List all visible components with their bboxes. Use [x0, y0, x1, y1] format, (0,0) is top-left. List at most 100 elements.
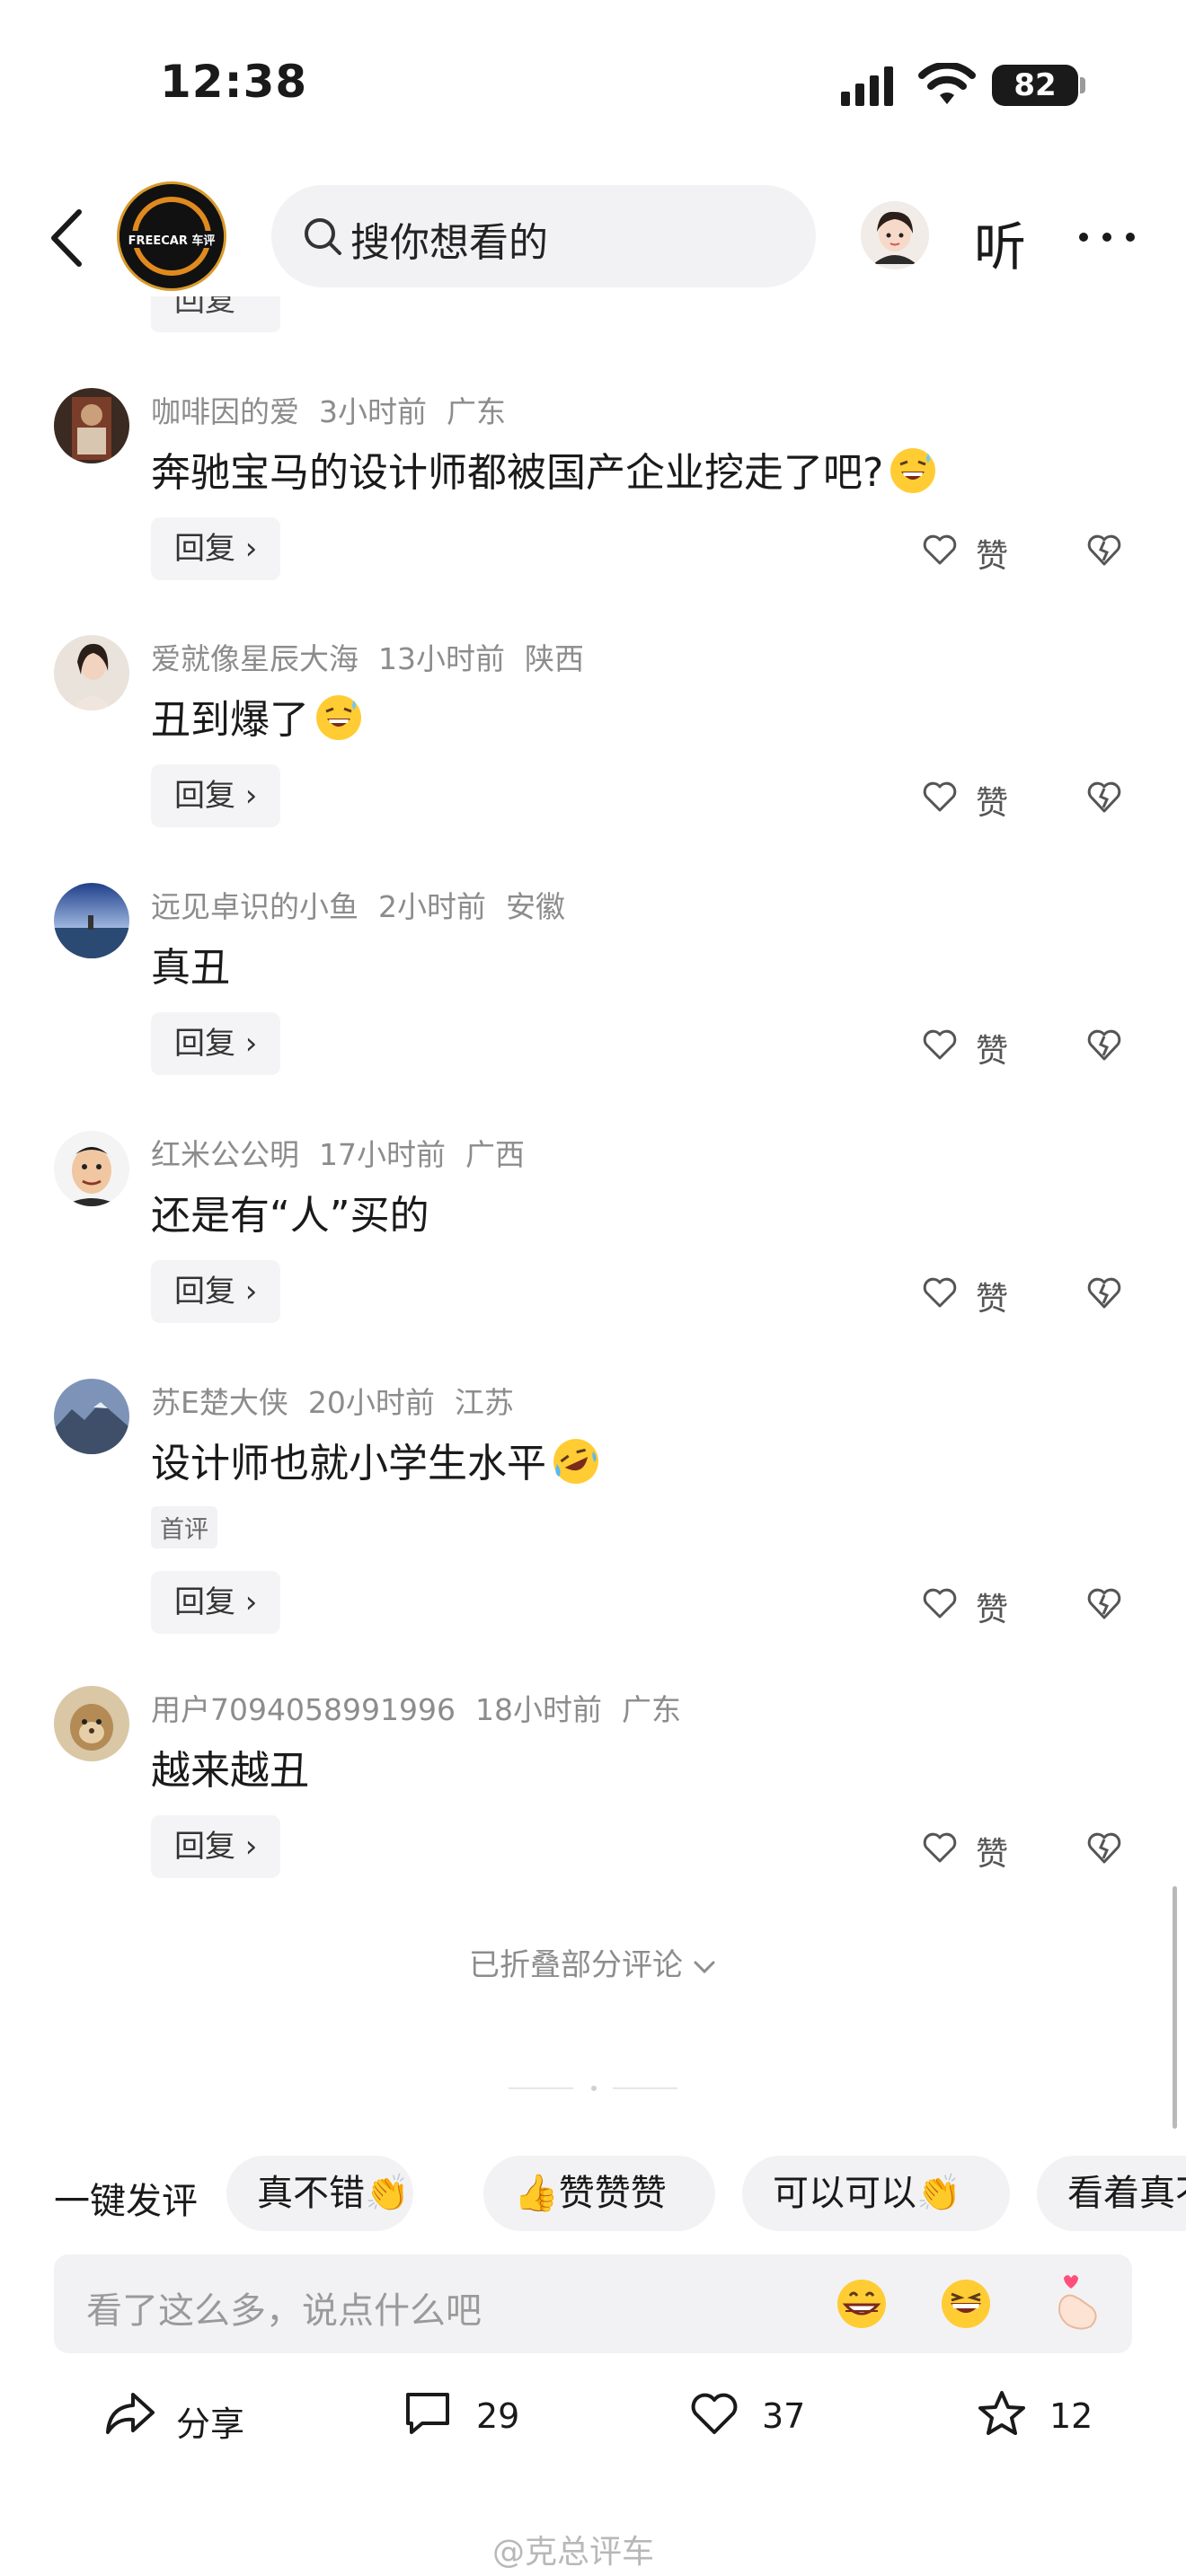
grin-sweat-emoji-icon — [890, 448, 936, 493]
like-label[interactable]: 赞 — [976, 1273, 1008, 1319]
comment-time: 20小时前 — [307, 1385, 435, 1420]
user-avatar[interactable] — [54, 883, 129, 958]
divider-dot — [591, 2086, 597, 2091]
quick-comment-label: 一键发评 — [54, 2181, 198, 2222]
search-placeholder: 搜你想看的 — [350, 220, 548, 266]
favorite-count-button[interactable]: 12 — [976, 2389, 1111, 2443]
quick-comment-chip[interactable]: 真不错👏 — [226, 2156, 413, 2231]
quick-comment-chip[interactable]: 看着真不 — [1037, 2156, 1186, 2231]
like-count-button[interactable]: 37 — [688, 2389, 832, 2443]
like-label[interactable]: 赞 — [976, 530, 1008, 577]
first-comment-badge: 首评 — [151, 1506, 217, 1548]
comment-meta: 爱就像星辰大海 13小时前 陕西 — [151, 635, 604, 678]
heart-icon[interactable] — [922, 532, 958, 568]
battery-tip — [1080, 77, 1085, 93]
comment-text: 奔驰宝马的设计师都被国产企业挖走了吧? — [151, 440, 937, 498]
more-options-icon[interactable] — [1076, 225, 1137, 250]
comment-meta: 苏E楚大侠 20小时前 江苏 — [151, 1379, 534, 1422]
watermark: @克总评车 — [492, 2534, 655, 2571]
back-icon[interactable] — [45, 207, 90, 269]
search-bar[interactable]: 搜你想看的 — [271, 185, 816, 287]
broken-heart-icon[interactable] — [1085, 1584, 1123, 1622]
comment-time: 13小时前 — [378, 641, 505, 676]
comment-username[interactable]: 红米公公明 — [151, 1137, 299, 1172]
share-button[interactable]: 分享 — [104, 2389, 275, 2444]
scrollbar[interactable] — [1173, 1886, 1177, 2129]
user-avatar[interactable] — [54, 1379, 129, 1454]
star-icon — [978, 2391, 1025, 2435]
broken-heart-icon[interactable] — [1085, 1026, 1123, 1063]
comment-time: 2小时前 — [378, 889, 486, 924]
broken-heart-icon[interactable] — [1085, 778, 1123, 816]
cellular-signal-icon — [841, 66, 893, 106]
reply-button-peek[interactable]: 回复 — [151, 296, 280, 332]
quick-comment-chip[interactable]: 可以可以👏 — [742, 2156, 1010, 2231]
broken-heart-icon[interactable] — [1085, 531, 1123, 569]
collapsed-comments-label: 已折叠部分评论 — [469, 1947, 683, 1983]
reply-button[interactable]: 回复 › — [151, 1260, 280, 1323]
reply-button[interactable]: 回复 › — [151, 517, 280, 580]
heart-icon — [691, 2393, 738, 2434]
comment-meta: 红米公公明 17小时前 广西 — [151, 1131, 544, 1174]
comment-meta: 咖啡因的爱 3小时前 广东 — [151, 388, 526, 431]
collapsed-comments-toggle[interactable]: 已折叠部分评论 — [0, 1940, 1186, 1984]
user-avatar[interactable] — [54, 1131, 129, 1206]
search-icon — [305, 218, 341, 255]
heart-icon[interactable] — [922, 1275, 958, 1310]
rofl-emoji-icon — [553, 1439, 598, 1484]
listen-button[interactable]: 听 — [974, 205, 1026, 280]
comment-count: 29 — [476, 2396, 520, 2436]
comment-text: 真丑 — [151, 945, 230, 991]
comment-count-button[interactable]: 29 — [403, 2389, 555, 2443]
quick-comment-chip[interactable]: 👍赞赞赞 — [483, 2156, 715, 2231]
like-label[interactable]: 赞 — [976, 777, 1008, 824]
comment-username[interactable]: 远见卓识的小鱼 — [151, 889, 358, 924]
divider-right — [613, 2087, 677, 2089]
reply-button[interactable]: 回复 › — [151, 1571, 280, 1634]
comment-time: 3小时前 — [319, 394, 427, 429]
heart-icon[interactable] — [922, 1585, 958, 1621]
like-label[interactable]: 赞 — [976, 1584, 1008, 1630]
comment-icon — [406, 2393, 449, 2434]
comment-username[interactable]: 爱就像星辰大海 — [151, 641, 358, 676]
comment-username[interactable]: 用户7094058991996 — [151, 1692, 456, 1727]
comment-region: 陕西 — [525, 641, 584, 676]
status-time: 12:38 — [160, 56, 308, 108]
comment-username[interactable]: 苏E楚大侠 — [151, 1385, 288, 1420]
comment-region: 广东 — [447, 394, 506, 429]
wifi-icon — [918, 63, 976, 104]
heart-icon[interactable] — [922, 779, 958, 815]
comment-username[interactable]: 咖啡因的爱 — [151, 394, 299, 429]
like-count: 37 — [762, 2396, 806, 2436]
like-label[interactable]: 赞 — [976, 1828, 1008, 1875]
comment-time: 17小时前 — [319, 1137, 446, 1172]
finger-heart-emoji-icon[interactable] — [1048, 2272, 1105, 2332]
user-avatar[interactable] — [54, 1686, 129, 1761]
heart-icon[interactable] — [922, 1027, 958, 1063]
like-label[interactable]: 赞 — [976, 1025, 1008, 1072]
user-avatar[interactable] — [54, 635, 129, 710]
channel-logo[interactable]: FREECAR 车评 — [117, 181, 226, 291]
comment-input[interactable]: 看了这么多，说点什么吧 — [54, 2254, 1132, 2353]
heart-icon[interactable] — [922, 1830, 958, 1866]
grinning-emoji-icon[interactable] — [834, 2276, 890, 2332]
comment-meta: 远见卓识的小鱼 2小时前 安徽 — [151, 883, 585, 926]
comment-region: 广西 — [465, 1137, 525, 1172]
comment-region: 广东 — [621, 1692, 681, 1727]
comment-text: 丑到爆了 — [151, 687, 363, 745]
divider-left — [509, 2087, 573, 2089]
comment-time: 18小时前 — [474, 1692, 602, 1727]
broken-heart-icon[interactable] — [1085, 1829, 1123, 1866]
profile-avatar[interactable] — [861, 201, 929, 269]
reply-button[interactable]: 回复 › — [151, 1815, 280, 1878]
comment-text: 设计师也就小学生水平 — [151, 1431, 600, 1488]
comment-text: 还是有“人”买的 — [151, 1193, 429, 1239]
reply-button[interactable]: 回复 › — [151, 1012, 280, 1075]
broken-heart-icon[interactable] — [1085, 1274, 1123, 1311]
reply-button[interactable]: 回复 › — [151, 764, 280, 827]
user-avatar[interactable] — [54, 388, 129, 463]
battery-indicator: 82 — [992, 65, 1078, 106]
comment-region: 安徽 — [506, 889, 565, 924]
laughing-emoji-icon[interactable] — [938, 2276, 994, 2332]
grin-sweat-emoji-icon — [316, 695, 361, 740]
